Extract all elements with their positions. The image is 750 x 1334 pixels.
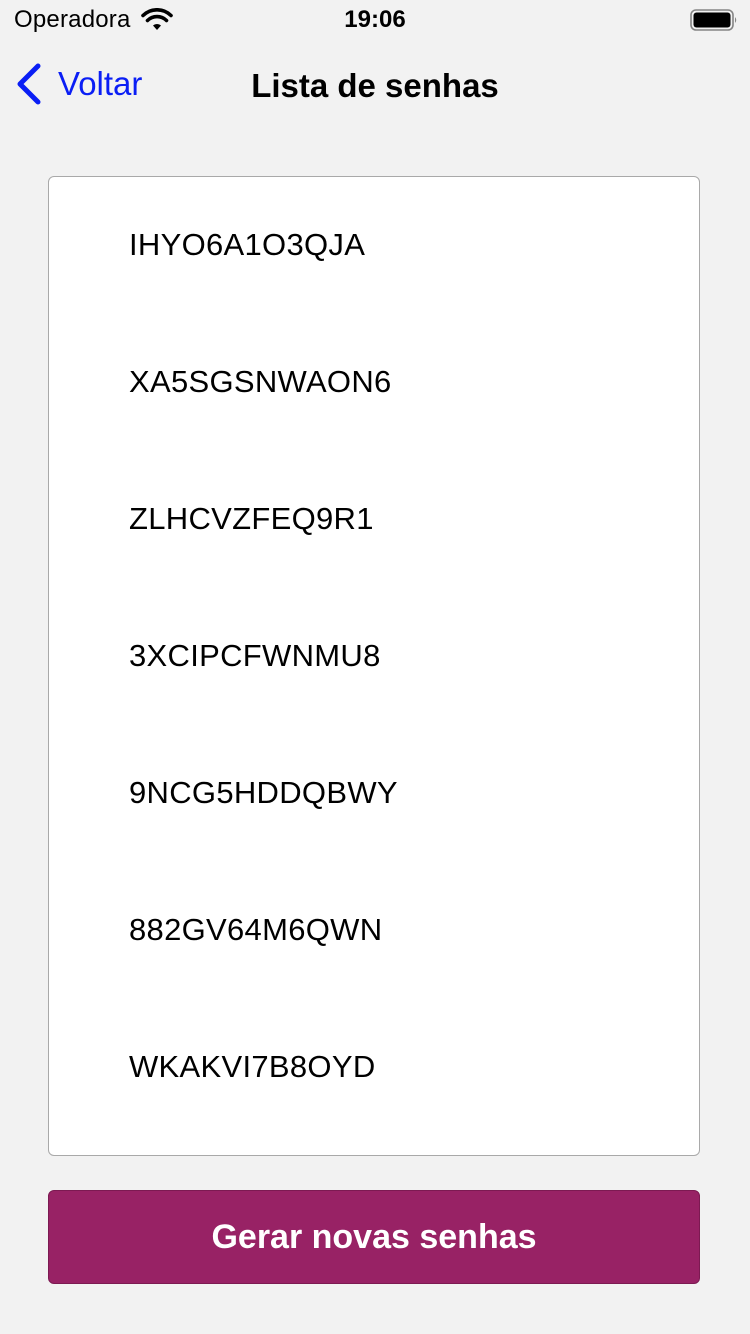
password-item[interactable]: XA5SGSNWAON6 [129,362,392,402]
status-bar: Operadora 19:06 [0,0,750,40]
password-item[interactable]: 9NCG5HDDQBWY [129,773,398,813]
clock: 19:06 [344,6,406,33]
password-list[interactable]: IHYO6A1O3QJA XA5SGSNWAON6 ZLHCVZFEQ9R1 3… [48,176,700,1156]
password-item[interactable]: 882GV64M6QWN [129,910,382,950]
page-title: Lista de senhas [251,67,499,104]
battery-icon [690,9,737,31]
password-item[interactable]: IHYO6A1O3QJA [129,225,365,265]
password-item[interactable]: ZLHCVZFEQ9R1 [129,499,374,539]
generate-passwords-button[interactable]: Gerar novas senhas [48,1190,700,1284]
navigation-bar: Voltar Lista de senhas [0,40,750,128]
password-item[interactable]: WKAKVI7B8OYD [129,1047,376,1087]
password-item[interactable]: 3XCIPCFWNMU8 [129,636,381,676]
